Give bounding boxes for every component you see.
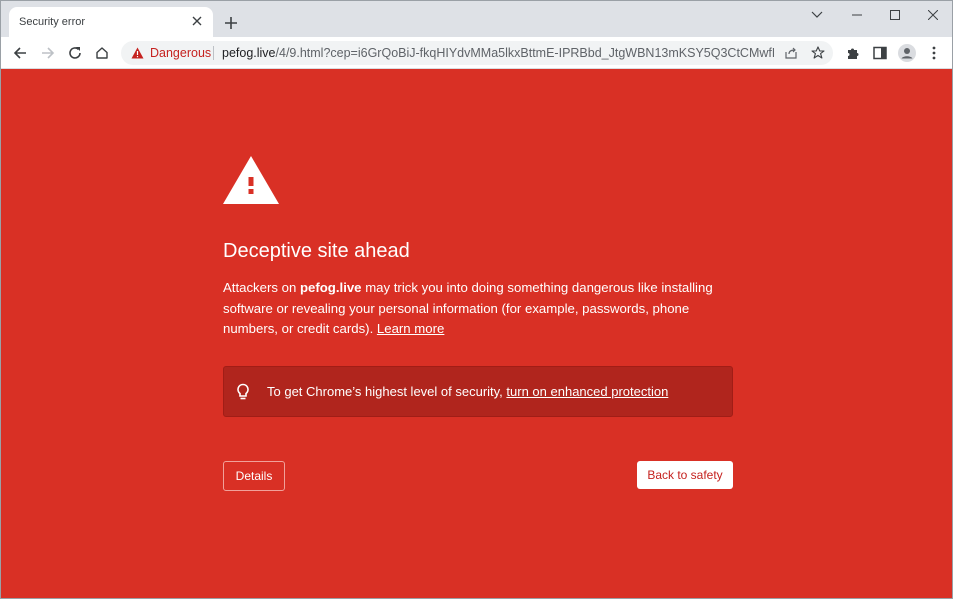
security-label: Dangerous — [150, 46, 212, 60]
desc-site: pefog.live — [299, 280, 362, 295]
tab-search-chevron-icon[interactable] — [797, 5, 837, 25]
arrow-left-icon[interactable] — [9, 42, 31, 64]
arrow-right-icon[interactable] — [37, 42, 59, 64]
enhanced-protection-banner: To get Chrome’s highest level of securit… — [223, 366, 733, 417]
side-panel-icon[interactable] — [869, 42, 891, 64]
url-path: /4/9.html?cep=i6GrQoBiJ-fkqHIYdvMMa5lkxB… — [275, 46, 774, 60]
puzzle-icon[interactable] — [842, 42, 864, 64]
kebab-menu-icon[interactable] — [923, 42, 945, 64]
tab-strip: Security error — [1, 1, 952, 37]
reload-icon[interactable] — [64, 42, 86, 64]
enhanced-protection-text: To get Chrome’s highest level of securit… — [267, 384, 668, 399]
address-bar[interactable]: Dangerous pefog.live/4/9.html?cep=i6GrQo… — [121, 41, 833, 65]
maximize-icon[interactable] — [875, 5, 915, 25]
desc-prefix: Attackers on — [223, 280, 300, 295]
share-icon[interactable] — [781, 43, 801, 63]
enhanced-protection-link[interactable]: turn on enhanced protection — [506, 384, 668, 399]
details-button[interactable]: Details — [223, 461, 285, 491]
lightbulb-icon — [237, 383, 249, 400]
omnibox-divider — [213, 46, 214, 60]
new-tab-button[interactable] — [221, 13, 241, 33]
browser-window: Security error Dangerous pefog.live/4/9.… — [0, 0, 953, 599]
security-chip[interactable]: Dangerous — [131, 41, 211, 65]
minimize-icon[interactable] — [837, 5, 877, 25]
tab-security-error[interactable]: Security error — [9, 7, 213, 37]
star-icon[interactable] — [808, 43, 828, 63]
warning-triangle-icon — [223, 156, 279, 204]
page-heading: Deceptive site ahead — [223, 240, 410, 262]
url-text[interactable]: pefog.live/4/9.html?cep=i6GrQoBiJ-fkqHIY… — [222, 46, 774, 60]
warning-triangle-icon — [131, 47, 144, 59]
learn-more-link[interactable]: Learn more — [377, 321, 444, 336]
home-icon[interactable] — [91, 42, 113, 64]
back-to-safety-button[interactable]: Back to safety — [637, 461, 733, 489]
tab-title: Security error — [19, 16, 86, 28]
profile-icon[interactable] — [896, 42, 918, 64]
close-window-icon[interactable] — [913, 5, 953, 25]
warning-description: Attackers on pefog.live may trick you in… — [223, 278, 735, 340]
close-tab-icon[interactable] — [189, 13, 205, 29]
url-host: pefog.live — [222, 46, 276, 60]
enhanced-prefix: To get Chrome’s highest level of securit… — [267, 384, 507, 399]
browser-toolbar: Dangerous pefog.live/4/9.html?cep=i6GrQo… — [1, 37, 952, 69]
